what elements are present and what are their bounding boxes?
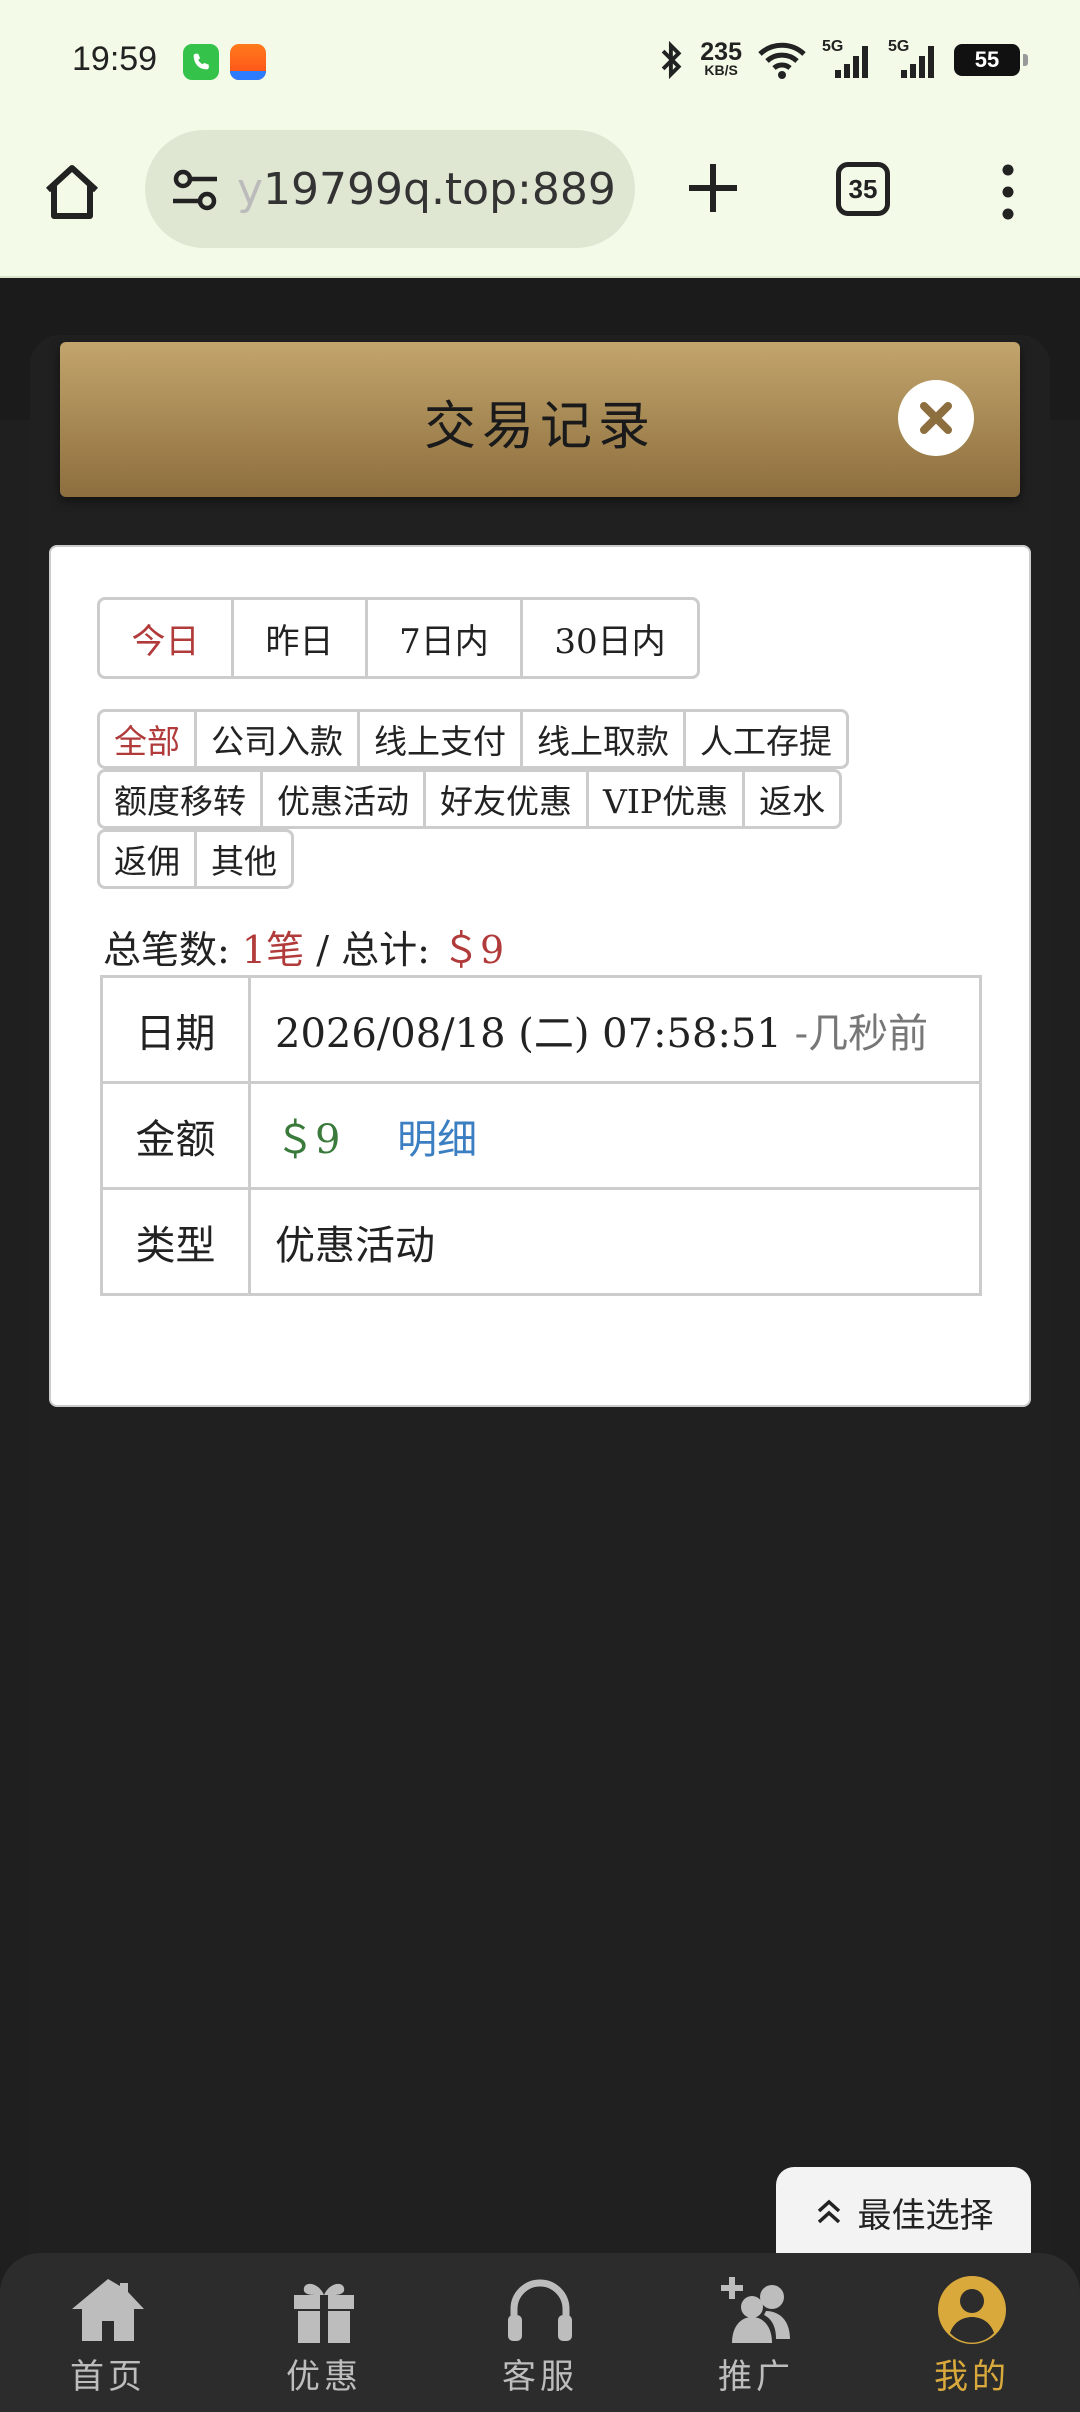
tab-today[interactable]: 今日 <box>100 600 234 676</box>
type-label: 类型 <box>100 1187 251 1296</box>
close-button[interactable] <box>898 380 974 456</box>
signal-5g-2: 5G <box>888 38 940 80</box>
amount-label: 金额 <box>100 1081 251 1190</box>
filter-rebate[interactable]: 返水 <box>742 769 843 829</box>
filter-company-deposit[interactable]: 公司入款 <box>194 709 360 769</box>
net-speed: 235 KB/S <box>700 38 742 79</box>
filter-promotion[interactable]: 优惠活动 <box>260 769 426 829</box>
nav-home[interactable]: 首页 <box>0 2253 216 2412</box>
close-icon <box>920 402 952 434</box>
total-label: 总计: <box>341 928 430 972</box>
phone-app-icon <box>183 44 219 80</box>
record-table: 日期 2026/08/18 (二) 07:58:51 -几秒前 金额 ＄9 明细… <box>100 975 982 1296</box>
amount-cell: ＄9 明细 <box>248 1081 982 1190</box>
count-value: 1笔 <box>241 928 305 972</box>
best-choice-label: 最佳选择 <box>857 2195 994 2236</box>
best-choice-button[interactable]: 最佳选择 <box>776 2167 1031 2257</box>
date-range-tabs: 今日 昨日 7日内 30日内 <box>97 597 700 679</box>
filter-all[interactable]: 全部 <box>97 709 197 769</box>
gift-icon <box>294 2283 354 2343</box>
date-cell: 2026/08/18 (二) 07:58:51 -几秒前 <box>248 975 982 1084</box>
taobao-app-icon <box>230 44 266 80</box>
type-value: 优惠活动 <box>248 1187 982 1296</box>
type-filter-row-2: 额度移转 优惠活动 好友优惠 VIP优惠 返水 <box>97 769 843 829</box>
filter-other[interactable]: 其他 <box>194 829 294 889</box>
count-label: 总笔数: <box>103 928 230 972</box>
summary-line: 总笔数: 1笔 / 总计: ＄9 <box>103 919 504 974</box>
tab-7-days[interactable]: 7日内 <box>368 600 523 676</box>
table-row: 日期 2026/08/18 (二) 07:58:51 -几秒前 <box>100 975 982 1084</box>
summary-separator: / <box>316 928 329 972</box>
more-menu-icon[interactable] <box>990 162 1026 222</box>
status-right: 235 KB/S 5G 5G 55 <box>658 38 1028 82</box>
signal-bars-icon <box>835 46 868 78</box>
bluetooth-icon <box>662 40 682 80</box>
battery-icon: 55 <box>954 44 1028 76</box>
browser-toolbar: y19799q.top:8899 35 <box>0 124 1080 278</box>
bottom-nav: 首页 优惠 客服 推广 我的 <box>0 2253 1080 2412</box>
modal-title: 交易记录 <box>423 397 656 457</box>
date-label: 日期 <box>100 975 251 1084</box>
double-chevron-up-icon <box>817 2199 840 2224</box>
filter-online-withdrawal[interactable]: 线上取款 <box>520 709 686 769</box>
amount-value: ＄9 <box>275 1116 341 1163</box>
add-user-icon <box>721 2277 790 2343</box>
nav-label: 客服 <box>502 2357 578 2397</box>
transaction-panel: 今日 昨日 7日内 30日内 全部 公司入款 线上支付 线上取款 人工存提 额度… <box>49 545 1031 1407</box>
status-bar: 19:59 235 KB/S 5G 5G 55 <box>0 0 1080 124</box>
table-row: 金额 ＄9 明细 <box>100 1081 982 1190</box>
site-settings-icon[interactable] <box>169 164 221 216</box>
wifi-icon <box>758 42 806 79</box>
nav-label: 首页 <box>70 2357 146 2397</box>
home-button[interactable] <box>40 160 104 224</box>
nav-label: 优惠 <box>286 2357 362 2397</box>
total-value: ＄9 <box>442 928 505 972</box>
type-filter-row-1: 全部 公司入款 线上支付 线上取款 人工存提 <box>97 709 849 769</box>
filter-manual[interactable]: 人工存提 <box>683 709 849 769</box>
address-bar[interactable]: y19799q.top:8899 <box>145 130 635 248</box>
url-text[interactable]: y19799q.top:8899 <box>237 164 617 215</box>
home-icon <box>72 2279 144 2341</box>
date-relative: -几秒前 <box>794 1010 929 1057</box>
tab-switcher-button[interactable]: 35 <box>836 162 890 216</box>
status-time: 19:59 <box>72 40 158 78</box>
filter-transfer[interactable]: 额度移转 <box>97 769 263 829</box>
filter-vip-bonus[interactable]: VIP优惠 <box>586 769 746 829</box>
nav-referral[interactable]: 推广 <box>648 2253 864 2412</box>
type-filter-row-3: 返佣 其他 <box>97 829 294 889</box>
tab-30-days[interactable]: 30日内 <box>523 600 697 676</box>
nav-label: 推广 <box>718 2357 794 2397</box>
modal-header: 交易记录 <box>60 342 1020 497</box>
user-icon <box>938 2276 1006 2344</box>
detail-link[interactable]: 明细 <box>397 1117 477 1163</box>
new-tab-button[interactable] <box>683 158 743 218</box>
tab-yesterday[interactable]: 昨日 <box>234 600 368 676</box>
headset-icon <box>508 2279 572 2341</box>
nav-profile[interactable]: 我的 <box>864 2253 1080 2412</box>
nav-support[interactable]: 客服 <box>432 2253 648 2412</box>
date-value: 2026/08/18 (二) 07:58:51 <box>275 1010 782 1057</box>
signal-bars-icon <box>901 46 934 78</box>
filter-commission[interactable]: 返佣 <box>97 829 197 889</box>
signal-5g-1: 5G <box>822 38 874 80</box>
filter-friend-bonus[interactable]: 好友优惠 <box>423 769 589 829</box>
table-row: 类型 优惠活动 <box>100 1187 982 1296</box>
filter-online-payment[interactable]: 线上支付 <box>357 709 523 769</box>
nav-promotions[interactable]: 优惠 <box>216 2253 432 2412</box>
nav-label: 我的 <box>934 2357 1010 2397</box>
